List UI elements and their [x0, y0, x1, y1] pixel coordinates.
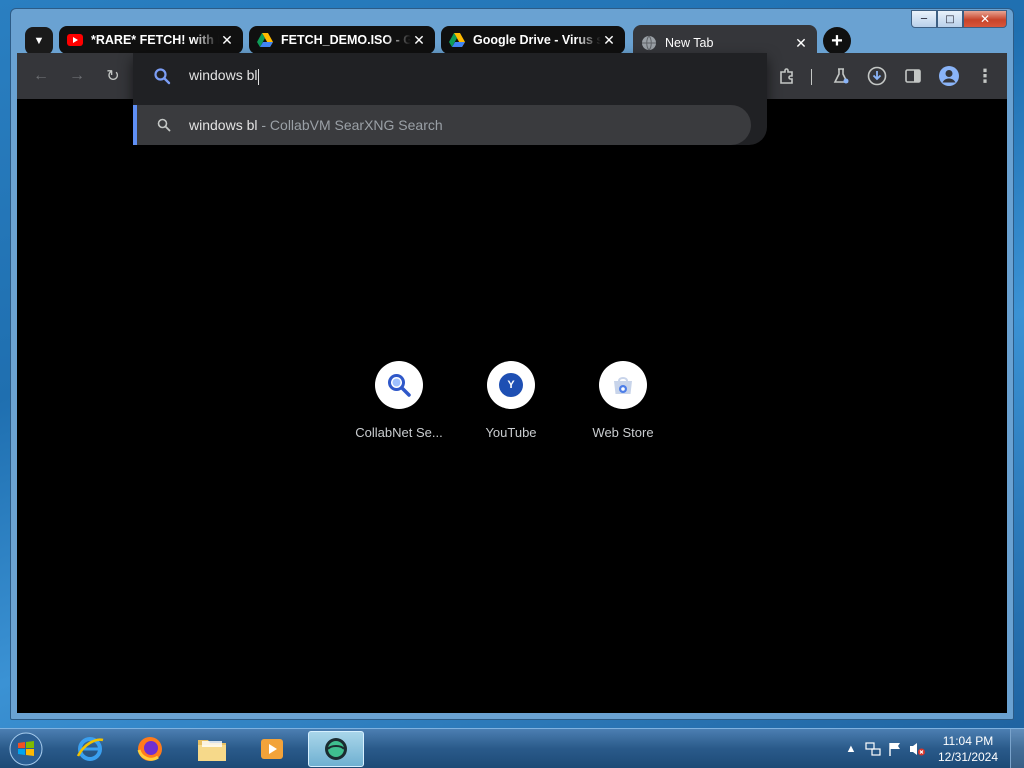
taskbar-firefox[interactable]: [122, 731, 178, 767]
windows-start-icon: [9, 732, 43, 766]
tab-title: Google Drive - Virus s: [473, 33, 601, 47]
close-icon[interactable]: ✕: [411, 32, 427, 49]
browser-window: ─ □ ✕ ▼ *RARE* FETCH! with R ✕ FETCH_DEM…: [10, 8, 1014, 720]
chevron-down-icon: ▼: [33, 35, 45, 47]
search-icon: [388, 374, 411, 397]
network-tray-button[interactable]: [862, 738, 884, 760]
flag-icon: [889, 743, 900, 756]
close-icon[interactable]: ✕: [793, 35, 809, 52]
volume-tray-button[interactable]: [906, 738, 928, 760]
taskbar-internet-explorer[interactable]: [62, 731, 118, 767]
shortcut-tile: [375, 361, 423, 409]
text-caret: [258, 68, 260, 85]
puzzle-icon: [780, 68, 793, 84]
start-button[interactable]: [6, 731, 46, 767]
back-button[interactable]: ←: [27, 62, 55, 90]
reload-icon: ↻: [106, 68, 120, 85]
volume-muted-icon: [910, 743, 925, 756]
show-hidden-icons-button[interactable]: ▲: [840, 738, 862, 760]
side-panel-button[interactable]: [899, 62, 927, 90]
download-icon: [867, 66, 887, 86]
flask-icon: [833, 68, 849, 84]
taskbar-collabvm[interactable]: [308, 731, 364, 767]
omnibox-text: windows bl: [189, 67, 258, 84]
close-icon[interactable]: ✕: [601, 32, 617, 49]
omnibox-input[interactable]: windows bl: [133, 53, 767, 99]
kebab-menu-icon: ⋮: [976, 65, 994, 86]
new-tab-page: CollabNet Se... Y YouTube Web Store: [17, 99, 1007, 713]
chevron-up-icon: ▲: [845, 743, 857, 755]
shortcut-tile: [599, 361, 647, 409]
collabvm-icon: [325, 738, 347, 760]
tab-search-button[interactable]: ▼: [25, 27, 53, 55]
shortcut-collabnet[interactable]: CollabNet Se...: [343, 361, 455, 440]
forward-button[interactable]: →: [63, 62, 91, 90]
action-center-button[interactable]: [884, 738, 906, 760]
file-explorer-icon: [198, 740, 226, 761]
tab-fetch-demo[interactable]: FETCH_DEMO.ISO - G ✕: [249, 26, 435, 54]
reload-button[interactable]: ↻: [99, 62, 127, 90]
profile-button[interactable]: [935, 62, 963, 90]
omnibox-suggestion[interactable]: windows bl - CollabVM SearXNG Search: [133, 105, 751, 145]
letter-y-icon: Y: [499, 373, 523, 397]
taskbar-clock[interactable]: 11:04 PM 12/31/2024: [928, 733, 1008, 765]
shortcut-label: YouTube: [485, 425, 537, 440]
shortcut-label: CollabNet Se...: [355, 425, 443, 440]
avatar-icon: [939, 66, 959, 86]
arrow-right-icon: →: [69, 67, 85, 84]
windows-taskbar: ▲ 11:04 PM 12/31/2024: [0, 728, 1024, 768]
network-icon: [865, 742, 881, 756]
search-icon: [154, 68, 171, 85]
shortcut-web-store[interactable]: Web Store: [567, 361, 679, 440]
clock-date: 12/31/2024: [937, 750, 999, 764]
globe-icon: [642, 35, 656, 51]
show-desktop-button[interactable]: [1010, 729, 1024, 768]
tab-title: New Tab: [665, 36, 714, 50]
taskbar-file-explorer[interactable]: [184, 731, 240, 767]
suggestion-query: windows bl: [189, 117, 258, 133]
arrow-left-icon: ←: [33, 67, 49, 84]
plus-icon: +: [831, 29, 843, 52]
youtube-icon: [67, 34, 83, 46]
tab-title: *RARE* FETCH! with R: [91, 33, 219, 47]
toolbar-divider: [811, 69, 812, 85]
web-store-icon: [614, 377, 632, 394]
tab-title: FETCH_DEMO.ISO - G: [281, 33, 411, 47]
firefox-icon: [137, 737, 162, 761]
shortcut-youtube[interactable]: Y YouTube: [455, 361, 567, 440]
extensions-button[interactable]: [773, 62, 801, 90]
shortcut-label: Web Store: [592, 425, 654, 440]
suggestion-engine: - CollabVM SearXNG Search: [257, 117, 443, 133]
clock-time: 11:04 PM: [942, 734, 994, 748]
labs-button[interactable]: [827, 62, 855, 90]
menu-button[interactable]: ⋮: [971, 62, 999, 90]
media-player-icon: [261, 739, 283, 759]
system-tray: ▲ 11:04 PM 12/31/2024: [840, 729, 1024, 768]
google-drive-icon: [449, 33, 465, 47]
close-icon[interactable]: ✕: [219, 32, 235, 49]
omnibox-dropdown: windows bl windows bl - CollabVM SearXNG…: [133, 53, 767, 145]
downloads-button[interactable]: [863, 62, 891, 90]
google-drive-icon: [257, 33, 273, 47]
tab-google-drive[interactable]: Google Drive - Virus s ✕: [441, 26, 625, 54]
search-icon: [157, 118, 171, 132]
internet-explorer-icon: [76, 737, 104, 761]
side-panel-icon: [905, 69, 921, 83]
taskbar-media-player[interactable]: [244, 731, 300, 767]
new-tab-button[interactable]: +: [823, 27, 851, 55]
tab-youtube[interactable]: *RARE* FETCH! with R ✕: [59, 26, 243, 54]
shortcut-tile: Y: [487, 361, 535, 409]
